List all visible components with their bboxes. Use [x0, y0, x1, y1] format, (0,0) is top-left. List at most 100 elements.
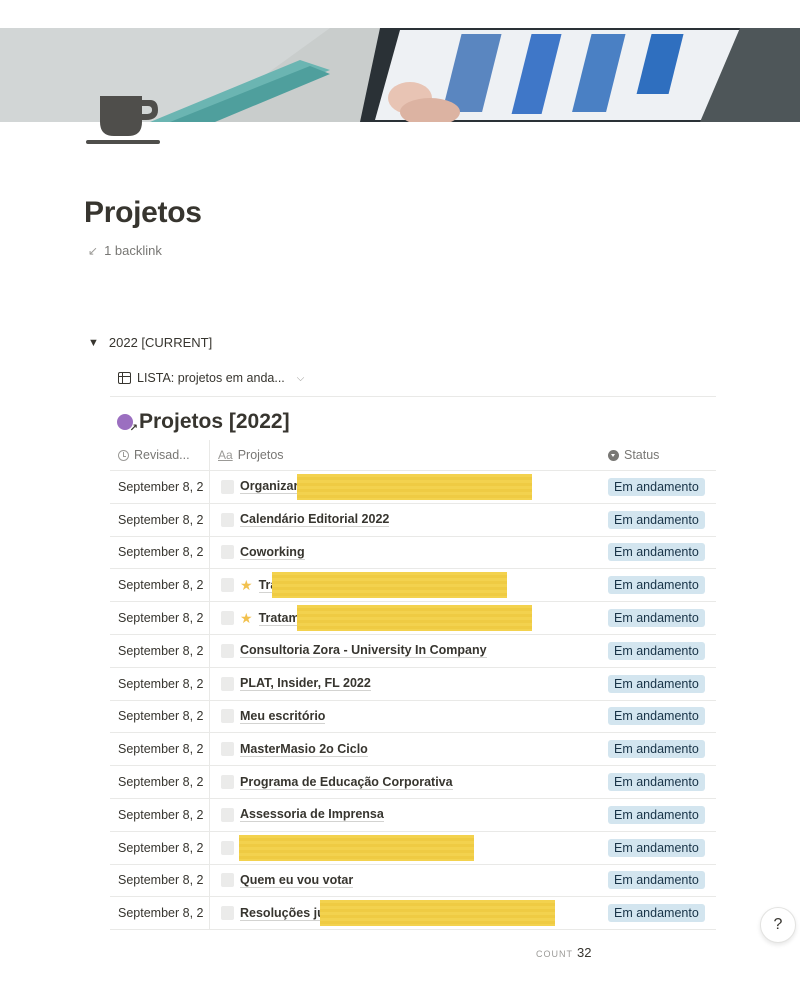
coffee-cup-icon[interactable]: [84, 92, 164, 150]
table-row[interactable]: September 8, 2P Em andamento: [110, 831, 716, 865]
table-row[interactable]: September 8, 2 ★ Tra Em andamento: [110, 569, 716, 603]
cell-revisado-date[interactable]: September 8, 2: [110, 831, 210, 864]
project-title-link[interactable]: Coworking: [240, 545, 305, 560]
status-badge[interactable]: Em andamento: [608, 477, 705, 496]
cell-projeto[interactable]: ★ Tra: [210, 569, 600, 601]
cell-revisado-date[interactable]: September 8, 2: [110, 569, 210, 602]
cell-status[interactable]: Em andamento: [600, 832, 716, 864]
count-footer[interactable]: COUNT 32: [536, 945, 591, 960]
status-badge[interactable]: Em andamento: [608, 674, 705, 693]
table-row[interactable]: September 8, 2 Consultoria Zora - Univers…: [110, 634, 716, 668]
cell-status[interactable]: Em andamento: [600, 701, 716, 733]
cell-status[interactable]: Em andamento: [600, 471, 716, 503]
status-badge[interactable]: Em andamento: [608, 871, 705, 890]
cell-status[interactable]: Em andamento: [600, 602, 716, 634]
cell-projeto[interactable]: PLAT, Insider, FL 2022: [210, 668, 600, 700]
table-row[interactable]: September 8, 2 MasterMasio 2o Ciclo Em and…: [110, 733, 716, 767]
project-title-link[interactable]: Resoluções jur: [240, 906, 330, 921]
cell-projeto[interactable]: MasterMasio 2o Ciclo: [210, 733, 600, 765]
cell-revisado-date[interactable]: September 8, 2: [110, 471, 210, 503]
cell-projeto[interactable]: ★ Tratam: [210, 602, 600, 634]
column-header-revisado[interactable]: Revisad...: [110, 440, 210, 470]
redaction-highlight: [297, 605, 532, 632]
table-row[interactable]: September 8, 2 Quem eu vou votar Em andame…: [110, 864, 716, 898]
cell-revisado-date[interactable]: September 8, 2: [110, 503, 210, 536]
project-title-link[interactable]: Consultoria Zora - University In Company: [240, 643, 487, 659]
page-icon: [221, 807, 234, 822]
status-badge[interactable]: Em andamento: [608, 904, 705, 923]
cell-projeto[interactable]: P: [210, 832, 600, 864]
status-badge[interactable]: Em andamento: [608, 609, 705, 628]
table-row[interactable]: September 8, 2 Organizar Em andamento: [110, 471, 716, 504]
cell-revisado-date[interactable]: September 8, 2: [110, 700, 210, 733]
column-label: Status: [624, 448, 660, 462]
database-title[interactable]: ↗ Projetos [2022]: [117, 410, 290, 434]
cell-projeto[interactable]: Assessoria de Imprensa: [210, 799, 600, 831]
cell-revisado-date[interactable]: September 8, 2: [110, 634, 210, 667]
cell-projeto[interactable]: Meu escritório: [210, 701, 600, 733]
status-badge[interactable]: Em andamento: [608, 543, 705, 562]
cell-status[interactable]: Em andamento: [600, 766, 716, 798]
table-row[interactable]: September 8, 2 Programa de Educação Corpo…: [110, 766, 716, 799]
project-title-link[interactable]: Calendário Editorial 2022: [240, 512, 390, 528]
toggle-triangle-icon[interactable]: ▼: [88, 337, 99, 349]
cell-projeto[interactable]: Quem eu vou votar: [210, 865, 600, 897]
cell-projeto[interactable]: Calendário Editorial 2022: [210, 504, 600, 536]
view-divider: [110, 396, 716, 397]
status-badge[interactable]: Em andamento: [608, 740, 705, 759]
cell-status[interactable]: Em andamento: [600, 569, 716, 601]
status-badge[interactable]: Em andamento: [608, 641, 705, 660]
project-title-link[interactable]: Tratam: [258, 611, 300, 626]
status-badge[interactable]: Em andamento: [608, 805, 705, 824]
status-badge[interactable]: Em andamento: [608, 707, 705, 726]
cell-revisado-date[interactable]: September 8, 2: [110, 864, 210, 897]
status-badge[interactable]: Em andamento: [608, 576, 705, 595]
cell-revisado-date[interactable]: September 8, 2: [110, 798, 210, 831]
cell-projeto[interactable]: Consultoria Zora - University In Company: [210, 635, 600, 667]
cell-revisado-date[interactable]: September 8, 2: [110, 536, 210, 569]
table-row[interactable]: September 8, 2 Coworking Em andamento: [110, 536, 716, 570]
cell-revisado-date[interactable]: September 8, 2: [110, 667, 210, 700]
cell-revisado-date[interactable]: September 8, 2: [110, 897, 210, 930]
cell-status[interactable]: Em andamento: [600, 537, 716, 569]
table-row[interactable]: September 8, 2 Assessoria de Imprensa Em a…: [110, 798, 716, 832]
table-row[interactable]: September 8, 2 Calendário Editorial 2022 E…: [110, 503, 716, 537]
cell-revisado-date[interactable]: September 8, 2: [110, 766, 210, 798]
cell-revisado-date[interactable]: September 8, 2: [110, 733, 210, 766]
status-badge[interactable]: Em andamento: [608, 773, 705, 792]
project-title-link[interactable]: Organizar: [240, 479, 299, 495]
toggle-2022-current[interactable]: ▼ 2022 [CURRENT]: [88, 335, 212, 350]
cell-projeto[interactable]: Resoluções jur: [210, 897, 600, 929]
backlink-link[interactable]: ↙ 1 backlink: [88, 243, 162, 258]
status-badge[interactable]: Em andamento: [608, 838, 705, 857]
project-title-link[interactable]: MasterMasio 2o Ciclo: [240, 742, 368, 757]
column-header-projetos[interactable]: Aa Projetos: [210, 440, 600, 470]
cell-status[interactable]: Em andamento: [600, 635, 716, 667]
cell-status[interactable]: Em andamento: [600, 897, 716, 929]
table-row[interactable]: September 8, 2 Meu escritório Em andamento: [110, 700, 716, 734]
status-badge[interactable]: Em andamento: [608, 510, 705, 529]
help-button[interactable]: ?: [760, 907, 796, 943]
table-row[interactable]: September 8, 2 Resoluções jur Em andamento: [110, 897, 716, 931]
view-tab-lista[interactable]: LISTA: projetos em anda... ⌵: [118, 371, 304, 385]
cell-projeto[interactable]: Organizar: [210, 471, 600, 503]
project-title-link[interactable]: Programa de Educação Corporativa: [240, 775, 453, 790]
cell-projeto[interactable]: Coworking: [210, 537, 600, 569]
column-label: Revisad...: [134, 448, 190, 462]
project-title-link[interactable]: Quem eu vou votar: [240, 873, 354, 888]
cell-projeto[interactable]: Programa de Educação Corporativa: [210, 766, 600, 798]
chevron-down-icon[interactable]: ⌵: [297, 373, 305, 384]
cell-status[interactable]: Em andamento: [600, 799, 716, 831]
cell-status[interactable]: Em andamento: [600, 733, 716, 765]
project-title-link[interactable]: Assessoria de Imprensa: [240, 807, 384, 823]
column-header-status[interactable]: Status: [600, 440, 716, 470]
project-title-link[interactable]: Meu escritório: [240, 709, 326, 724]
project-title-link[interactable]: PLAT, Insider, FL 2022: [240, 676, 371, 692]
cell-status[interactable]: Em andamento: [600, 504, 716, 536]
status-icon: [608, 449, 619, 461]
table-row[interactable]: September 8, 2 ★ Tratam Em andamento: [110, 602, 716, 635]
cell-revisado-date[interactable]: September 8, 2: [110, 602, 210, 634]
table-row[interactable]: September 8, 2 PLAT, Insider, FL 2022 Em a…: [110, 667, 716, 701]
cell-status[interactable]: Em andamento: [600, 865, 716, 897]
cell-status[interactable]: Em andamento: [600, 668, 716, 700]
